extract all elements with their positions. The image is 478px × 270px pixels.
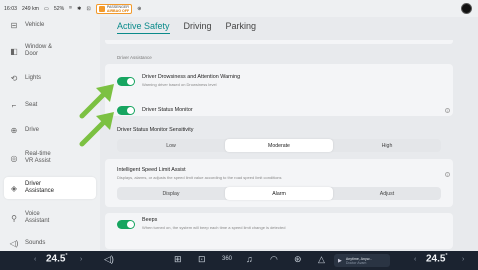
sidebar-item-label: Driver Assistance xyxy=(25,181,55,194)
battery-percent: 52% xyxy=(53,5,65,12)
airbag-line2: AIRBAG OFF xyxy=(106,8,130,13)
right-temp-up-icon[interactable]: › xyxy=(462,256,464,263)
driver-assistance-icon: ◈ xyxy=(10,183,18,193)
status-monitor-info-icon[interactable]: i xyxy=(445,108,450,113)
media-artist: Doctor Avam xyxy=(345,260,367,265)
speed-limit-subtitle: Displays, alarms, or adjusts the speed l… xyxy=(117,175,282,180)
sidebar-item-driver-assistance[interactable]: ◈ Driver Assistance xyxy=(4,177,96,199)
tab-driving[interactable]: Driving xyxy=(184,21,212,34)
vehicle-icon: ⊟ xyxy=(10,20,18,30)
real-time-vr-icon: ◎ xyxy=(10,153,18,163)
speed-limit-alarm[interactable]: Alarm xyxy=(225,187,333,200)
steering-wheel-icon: ⊕ xyxy=(10,125,18,135)
bottom-dock: ‹ 24.5° › ◁) ⊞ ⊡ 360 ♫ ◠ ⊛ △ ▶ Anytime, … xyxy=(0,251,478,270)
sidebar-item-voice-assistant[interactable]: ⚲ Voice Assistant xyxy=(4,208,96,228)
left-temp-value: 24.5 xyxy=(46,253,66,265)
signal-icon: ᵗᴵˡ xyxy=(69,5,73,12)
left-temp-up-icon[interactable]: › xyxy=(80,256,82,263)
previous-card-edge xyxy=(105,40,453,44)
tab-parking[interactable]: Parking xyxy=(226,21,257,34)
settings-panel: Active Safety Driving Parking Driver Ass… xyxy=(100,17,478,251)
airbag-icon xyxy=(98,5,105,12)
sidebar-item-label: Vehicle xyxy=(25,21,45,28)
drowsiness-toggle[interactable] xyxy=(117,77,135,86)
section-label: Driver Assistance xyxy=(117,55,152,60)
sidebar-item-label: Voice Assistant xyxy=(25,211,50,224)
seat-icon: ⌐ xyxy=(11,100,17,110)
tab-bar: Active Safety Driving Parking xyxy=(117,21,270,34)
music-icon[interactable]: ♫ xyxy=(246,254,253,264)
bluetooth-icon: ✱ xyxy=(77,5,82,12)
status-bar: 16:03 249 km ▭ 52% ᵗᴵˡ ✱ ⊡ PASSENGER AIR… xyxy=(0,0,478,17)
sidebar-item-label: Lights xyxy=(25,74,42,81)
sounds-icon: ◁) xyxy=(9,238,19,248)
media-title: Anytime, Anyw... xyxy=(345,256,373,261)
volume-icon[interactable]: ◁) xyxy=(104,254,114,265)
beeps-subtitle: When turned on, the system will beep eac… xyxy=(142,225,286,230)
play-icon[interactable]: ▶ xyxy=(338,258,342,264)
speed-limit-adjust[interactable]: Adjust xyxy=(333,187,441,200)
sensitivity-high[interactable]: High xyxy=(333,139,441,152)
sidebar-item-real-time-vr[interactable]: ◎ Real-time VR Assist xyxy=(4,148,96,168)
sensitivity-title: Driver Status Monitor Sensitivity xyxy=(117,127,194,133)
voice-assistant-icon: ⚲ xyxy=(11,213,17,223)
sensitivity-moderate[interactable]: Moderate xyxy=(225,139,333,152)
navigation-icon[interactable]: △ xyxy=(318,254,325,265)
sidebar-item-label: Seat xyxy=(25,101,38,108)
range-readout: 249 km xyxy=(21,5,39,12)
media-player-widget[interactable]: ▶ Anytime, Anyw... Doctor Avam xyxy=(334,254,390,267)
camera-360-icon[interactable]: 360 xyxy=(222,256,232,262)
airbag-line1: PASSENGER xyxy=(106,4,129,9)
right-temperature[interactable]: 24.5° xyxy=(426,253,447,264)
left-temp-down-icon[interactable]: ‹ xyxy=(34,256,36,263)
lights-icon: ⟲ xyxy=(10,73,18,83)
right-temp-down-icon[interactable]: ‹ xyxy=(414,256,416,263)
right-temp-value: 24.5 xyxy=(426,253,446,265)
sidebar-item-label: Real-time VR Assist xyxy=(25,151,51,164)
status-monitor-toggle[interactable] xyxy=(117,106,135,115)
sidebar-item-window-door[interactable]: ◧ Window & Door xyxy=(4,41,96,61)
status-monitor-title: Driver Status Monitor xyxy=(142,107,193,113)
climate-fan-icon[interactable]: ⊛ xyxy=(294,254,302,265)
left-temperature[interactable]: 24.5° xyxy=(46,253,67,264)
clock: 16:03 xyxy=(4,5,17,12)
beeps-title: Beeps xyxy=(142,217,158,223)
car-icon[interactable]: ⊡ xyxy=(198,254,206,265)
speed-limit-mode-selector: Display Alarm Adjust xyxy=(117,187,441,200)
sensitivity-selector: Low Moderate High xyxy=(117,139,441,152)
beeps-toggle[interactable] xyxy=(117,220,135,229)
sensitivity-low[interactable]: Low xyxy=(117,139,225,152)
speed-limit-info-icon[interactable]: i xyxy=(445,172,450,177)
profile-avatar[interactable] xyxy=(461,3,472,14)
tab-active-safety[interactable]: Active Safety xyxy=(117,21,170,34)
sidebar-item-label: Sounds xyxy=(25,239,46,246)
sidebar-item-sounds[interactable]: ◁) Sounds xyxy=(4,237,96,249)
annotation-arrow-2 xyxy=(79,112,114,147)
battery-icon: ▭ xyxy=(44,5,49,12)
speed-limit-title: Intelligent Speed Limit Assist xyxy=(117,167,186,173)
drowsiness-subtitle: Warning driver based on Drowsiness level xyxy=(142,82,217,87)
drowsiness-title: Driver Drowsiness and Attention Warning xyxy=(142,74,241,80)
left-temp-unit: ° xyxy=(65,253,68,259)
right-temp-unit: ° xyxy=(445,253,448,259)
steering-status-icon: ⊕ xyxy=(137,5,142,12)
apps-grid-icon[interactable]: ⊞ xyxy=(174,254,182,265)
sidebar-item-label: Drive xyxy=(25,126,40,133)
phone-icon[interactable]: ◠ xyxy=(270,254,278,265)
window-door-icon: ◧ xyxy=(10,46,18,56)
speed-limit-display[interactable]: Display xyxy=(117,187,225,200)
passenger-airbag-badge: PASSENGER AIRBAG OFF xyxy=(95,3,133,14)
sidebar-item-vehicle[interactable]: ⊟ Vehicle xyxy=(4,19,96,31)
sidebar-item-label: Window & Door xyxy=(25,44,53,57)
car-icon: ⊡ xyxy=(86,5,91,12)
